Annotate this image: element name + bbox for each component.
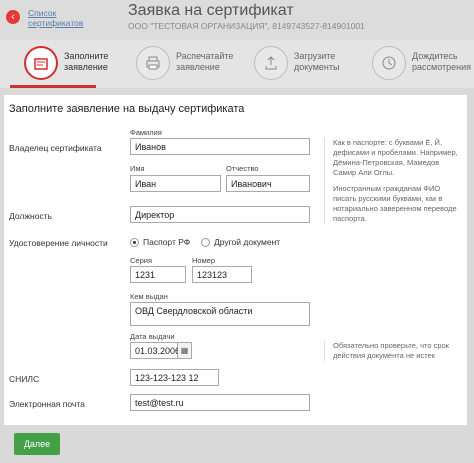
calendar-icon[interactable]: ▦ xyxy=(178,342,192,359)
issue-date-input[interactable]: 01.03.2006 xyxy=(130,342,180,359)
step-label: Дождитесь рассмотрения xyxy=(412,51,472,72)
owner-label: Владелец сертификата xyxy=(9,143,102,153)
surname-label: Фамилия xyxy=(130,128,162,137)
clock-icon xyxy=(372,46,406,80)
position-label: Должность xyxy=(9,211,53,221)
passport-option-label[interactable]: Паспорт РФ xyxy=(143,237,190,247)
name-input[interactable]: Иван xyxy=(130,175,221,192)
printer-icon xyxy=(136,46,170,80)
fio-hint-text: Как в паспорте: с буквами Ё, Й, дефисами… xyxy=(333,138,458,177)
form-title: Заполните заявление на выдачу сертификат… xyxy=(9,103,245,115)
issued-by-label: Кем выдан xyxy=(130,292,168,301)
number-label: Номер xyxy=(192,256,216,265)
id-document-label: Удостоверение личности xyxy=(9,238,108,248)
step-fill-form[interactable]: Заполните заявление xyxy=(24,44,124,84)
footer: Далее xyxy=(0,425,474,463)
fio-hint: Как в паспорте: с буквами Ё, Й, дефисами… xyxy=(324,138,464,224)
issue-date-label: Дата выдачи xyxy=(130,332,175,341)
other-document-radio[interactable] xyxy=(201,238,210,247)
snils-label: СНИЛС xyxy=(9,374,40,384)
step-label: Распечатайте заявление xyxy=(176,51,234,72)
number-input[interactable]: 123123 xyxy=(192,266,252,283)
series-label: Серия xyxy=(130,256,153,265)
application-form: Заполните заявление на выдачу сертификат… xyxy=(4,95,467,425)
snils-input[interactable]: 123-123-123 12 xyxy=(130,369,219,386)
step-label: Загрузите документы xyxy=(294,51,340,72)
patronymic-label: Отчество xyxy=(226,164,259,173)
issued-by-input[interactable]: ОВД Свердловской области xyxy=(130,302,310,326)
email-input[interactable]: test@test.ru xyxy=(130,394,310,411)
email-label: Электронная почта xyxy=(9,399,85,409)
upload-icon xyxy=(254,46,288,80)
organization-info: ООО "ТЕСТОВАЯ ОРГАНИЗАЦИЯ", 8149743527-8… xyxy=(128,21,365,31)
step-print-form[interactable]: Распечатайте заявление xyxy=(136,44,236,84)
document-validity-hint: Обязательно проверьте, что срок действия… xyxy=(324,341,464,361)
foreign-citizens-hint: Иностранным гражданам ФИО писать русским… xyxy=(333,184,457,223)
steps-bar: Заполните заявление Распечатайте заявлен… xyxy=(0,40,474,88)
step-upload-documents[interactable]: Загрузите документы xyxy=(254,44,354,84)
surname-input[interactable]: Иванов xyxy=(130,138,310,155)
step-await-review[interactable]: Дождитесь рассмотрения xyxy=(372,44,472,84)
other-document-option-label[interactable]: Другой документ xyxy=(214,237,280,247)
patronymic-input[interactable]: Иванович xyxy=(226,175,310,192)
name-label: Имя xyxy=(130,164,145,173)
position-input[interactable]: Директор xyxy=(130,206,310,223)
series-input[interactable]: 1231 xyxy=(130,266,186,283)
passport-radio[interactable] xyxy=(130,238,139,247)
form-icon xyxy=(24,46,58,80)
next-button[interactable]: Далее xyxy=(14,433,60,455)
step-label: Заполните заявление xyxy=(64,51,109,72)
top-bar: ‹ Список сертификатов Заявка на сертифик… xyxy=(0,0,474,40)
page-title: Заявка на сертификат xyxy=(128,2,294,19)
active-step-indicator xyxy=(10,85,96,88)
back-link[interactable]: Список сертификатов xyxy=(28,8,98,28)
back-arrow-icon[interactable]: ‹ xyxy=(6,10,20,24)
